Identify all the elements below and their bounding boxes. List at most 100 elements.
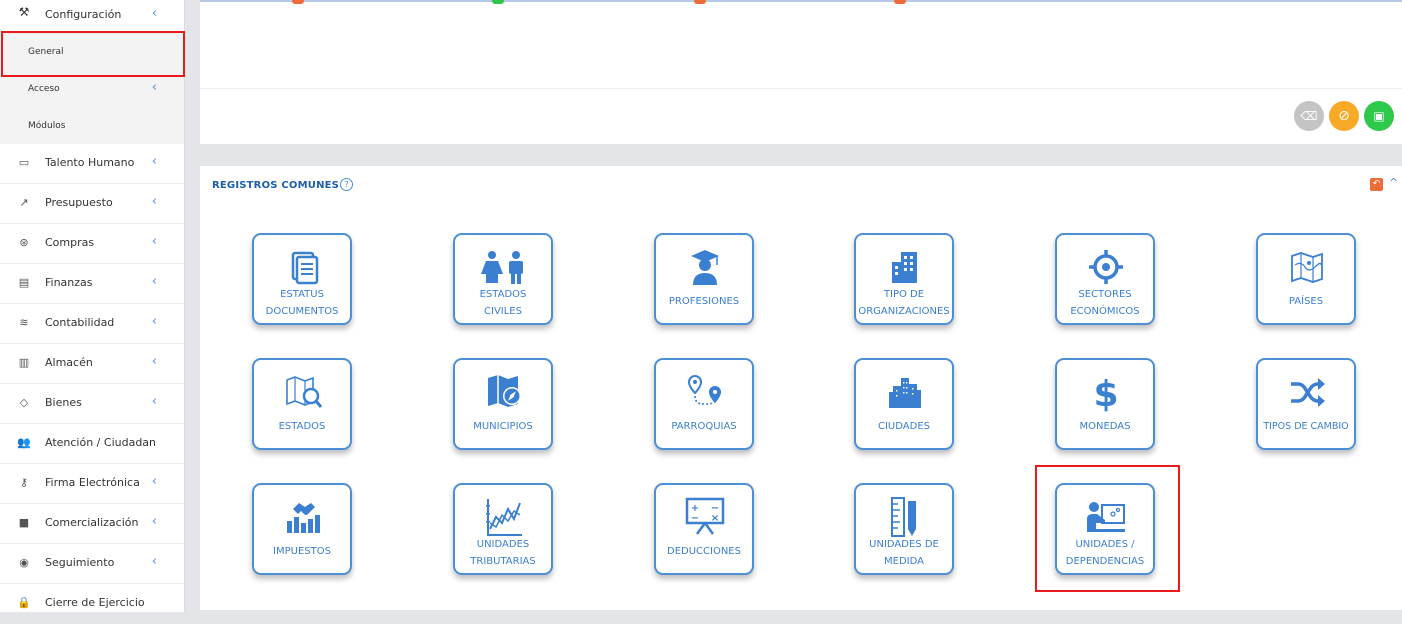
tile-label-line1: ESTADOS [479,289,527,300]
chevron-left-icon: ‹ [151,354,157,369]
route-pins-icon [687,374,721,405]
tile-unidades-tributarias[interactable]: UNIDADES TRIBUTARIAS [453,483,553,575]
eraser-icon: ⌫ [1300,109,1318,123]
divider [200,88,1402,89]
back-button[interactable]: ↶ [1370,178,1383,191]
tile-label: ESTADOS [278,421,326,432]
panel-title: REGISTROS COMUNES [212,180,340,191]
sidebar-item-label: Presupuesto [45,196,113,209]
clear-button[interactable]: ⌫ [1294,101,1324,131]
sidebar-subitem-acceso[interactable]: Acceso ‹ [0,72,184,108]
sidebar-item-firma-electronica[interactable]: ⚷ Firma Electrónica ‹ [0,464,184,504]
math-board-icon: + − − × [685,497,725,535]
sidebar-item-contabilidad[interactable]: ≋ Contabilidad ‹ [0,304,184,344]
sidebar-item-talento-humano[interactable]: ▭ Talento Humano ‹ [0,144,184,184]
top-panel: ⌫ ⊘ ▣ [200,0,1402,144]
tile-ciudades[interactable]: CIUDADES [854,358,954,450]
tile-municipios[interactable]: MUNICIPIOS [453,358,553,450]
tile-label-line1: SECTORES [1078,289,1132,300]
folder-icon: ▭ [18,156,30,169]
tile-estatus-documentos[interactable]: ESTATUS DOCUMENTOS [252,233,352,325]
shuffle-icon [1291,378,1325,407]
graduate-icon [691,250,719,285]
documents-icon [291,251,319,285]
sidebar-item-comercializacion[interactable]: ■ Comercialización ‹ [0,504,184,544]
ban-icon: ⊘ [1338,108,1350,124]
trend-icon: ↗ [19,196,29,209]
help-icon[interactable]: ? [340,178,353,191]
tag-icon: ◇ [19,396,29,409]
sidebar-item-almacen[interactable]: ▥ Almacén ‹ [0,344,184,384]
line-chart-icon [486,499,522,536]
tile-label-line1: UNIDADES DE [869,539,939,550]
sidebar-item-cierre-ejercicio[interactable]: 🔒 Cierre de Ejercicio [0,584,184,624]
tile-sectores-economicos[interactable]: SECTORES ECONÓMICOS [1055,233,1155,325]
layers-icon: ≋ [19,316,29,329]
sidebar-item-atencion-ciudadania[interactable]: 👥 Atención / Ciudadanía [0,424,184,464]
tile-deducciones[interactable]: + − − × DEDUCCIONES [654,483,754,575]
map-icon [1291,252,1323,283]
map-compass-icon [488,375,521,407]
dollar-icon: $ [1093,374,1118,412]
chevron-left-icon: ‹ [151,274,157,289]
sidebar-item-seguimiento[interactable]: ◉ Seguimiento ‹ [0,544,184,584]
tile-tipos-cambio[interactable]: TIPOS DE CAMBIO [1256,358,1356,450]
sidebar-item-compras[interactable]: ⊛ Compras ‹ [0,224,184,264]
tile-parroquias[interactable]: PARROQUIAS [654,358,754,450]
tile-label-line2: DOCUMENTOS [265,305,339,317]
tab-marker [694,0,706,4]
tile-label: PARROQUIAS [671,421,737,432]
handshake-chart-icon [287,503,320,533]
sidebar-item-label: Almacén [45,356,93,369]
collapse-button[interactable]: ^ [1389,176,1398,189]
chevron-left-icon: ‹ [151,194,157,209]
tile-label-line2: ORGANIZACIONES [858,305,950,317]
tile-tipo-organizaciones[interactable]: TIPO DE ORGANIZACIONES [854,233,954,325]
chevron-left-icon: ‹ [151,514,157,529]
tile-label: DEDUCCIONES [667,546,741,557]
tile-monedas[interactable]: $ MONEDAS [1055,358,1155,450]
sidebar-item-label: Seguimiento [45,556,115,569]
sidebar-subitem-modulos[interactable]: Módulos [0,108,184,144]
tile-estados[interactable]: ESTADOS [252,358,352,450]
sidebar-item-bienes[interactable]: ◇ Bienes ‹ [0,384,184,424]
sidebar-item-finanzas[interactable]: ▤ Finanzas ‹ [0,264,184,304]
tab-marker [894,0,906,4]
sidebar: ⚒ Configuración ‹ General Acceso ‹ Módul… [0,0,185,612]
tile-paises[interactable]: PAÍSES [1256,233,1356,325]
sidebar-item-presupuesto[interactable]: ↗ Presupuesto ‹ [0,184,184,224]
chevron-left-icon: ‹ [151,474,157,489]
tile-label-line1: UNIDADES [476,539,530,550]
sidebar-item-label: Finanzas [45,276,93,289]
sidebar-item-label: Atención / Ciudadanía [45,436,155,449]
highlight-box-general [1,31,185,77]
tile-label: TIPOS DE CAMBIO [1263,421,1349,432]
tile-profesiones[interactable]: PROFESIONES [654,233,754,325]
ruler-pencil-icon [891,497,916,537]
chevron-left-icon: ‹ [151,234,157,249]
tile-label-line2: CIVILES [484,305,522,317]
map-search-icon [286,376,323,408]
sidebar-subitem-label: Acceso [28,84,60,94]
chevron-up-icon: ^ [1389,176,1399,189]
tile-unidades-medida[interactable]: UNIDADES DE MEDIDA [854,483,954,575]
sidebar-subitem-label: Módulos [28,121,66,131]
lock-icon: 🔒 [17,596,31,609]
highlight-box-unidades-dependencias [1035,465,1180,592]
tile-estados-civiles[interactable]: ESTADOS CIVILES [453,233,553,325]
save-button[interactable]: ▣ [1364,101,1394,131]
svg-text:−: − [691,513,699,524]
floppy-icon: ▣ [1373,109,1385,123]
cancel-button[interactable]: ⊘ [1329,101,1359,131]
sidebar-item-configuracion[interactable]: ⚒ Configuración ‹ [0,0,184,34]
sidebar-item-label: Bienes [45,396,82,409]
tile-impuestos[interactable]: IMPUESTOS [252,483,352,575]
chevron-left-icon: ‹ [151,6,157,21]
warehouse-icon: ▥ [18,356,30,369]
tile-label-line2: MEDIDA [884,555,924,567]
chevron-left-icon: ‹ [151,394,157,409]
sidebar-item-label: Compras [45,236,95,249]
chevron-left-icon: ‹ [151,554,157,569]
tile-label: PAÍSES [1288,296,1324,307]
globe-icon: ◉ [19,556,29,569]
